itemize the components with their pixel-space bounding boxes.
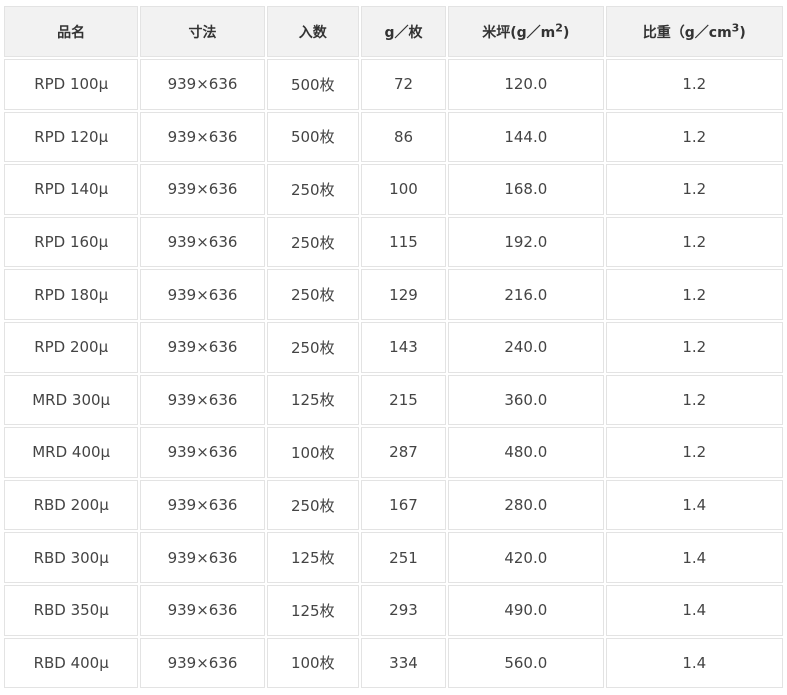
cell-gsheet: 215	[360, 374, 447, 426]
header-basis-text: 米坪(g／m	[482, 24, 556, 41]
table-row: RPD 180μ 939×636 250枚 129 216.0 1.2	[4, 269, 783, 320]
cell-name: RPD 120μ	[4, 111, 139, 163]
cell-basis: 420.0	[448, 532, 604, 583]
header-basis-sup: 2	[555, 20, 563, 34]
header-density-text: 比重（g／cm	[642, 24, 732, 41]
cell-density: 1.4	[605, 637, 783, 689]
header-gsheet: g／枚	[360, 6, 447, 57]
cell-gsheet: 143	[360, 321, 447, 373]
cell-basis: 280.0	[448, 479, 604, 531]
cell-quantity: 250枚	[266, 216, 359, 268]
cell-density: 1.2	[605, 59, 783, 110]
cell-gsheet: 72	[360, 59, 447, 110]
cell-gsheet: 115	[360, 216, 447, 268]
cell-name: RBD 350μ	[4, 584, 139, 636]
cell-quantity: 250枚	[266, 479, 359, 531]
cell-size: 939×636	[140, 321, 265, 373]
cell-size: 939×636	[140, 479, 265, 531]
cell-name: RBD 200μ	[4, 479, 139, 531]
cell-size: 939×636	[140, 216, 265, 268]
cell-size: 939×636	[140, 584, 265, 636]
cell-size: 939×636	[140, 269, 265, 320]
table-row: RPD 120μ 939×636 500枚 86 144.0 1.2	[4, 111, 783, 163]
cell-quantity: 100枚	[266, 427, 359, 478]
cell-density: 1.2	[605, 111, 783, 163]
cell-quantity: 125枚	[266, 532, 359, 583]
cell-density: 1.2	[605, 374, 783, 426]
cell-name: RPD 200μ	[4, 321, 139, 373]
cell-size: 939×636	[140, 637, 265, 689]
cell-size: 939×636	[140, 532, 265, 583]
cell-quantity: 125枚	[266, 584, 359, 636]
header-size: 寸法	[140, 6, 265, 57]
cell-basis: 240.0	[448, 321, 604, 373]
table-row: RBD 300μ 939×636 125枚 251 420.0 1.4	[4, 532, 783, 583]
cell-basis: 216.0	[448, 269, 604, 320]
cell-density: 1.2	[605, 321, 783, 373]
cell-gsheet: 129	[360, 269, 447, 320]
header-quantity: 入数	[266, 6, 359, 57]
cell-gsheet: 86	[360, 111, 447, 163]
cell-density: 1.4	[605, 532, 783, 583]
cell-name: RPD 100μ	[4, 59, 139, 110]
cell-basis: 120.0	[448, 59, 604, 110]
header-basis-end: )	[562, 24, 570, 41]
cell-name: MRD 300μ	[4, 374, 139, 426]
cell-basis: 360.0	[448, 374, 604, 426]
cell-quantity: 250枚	[266, 269, 359, 320]
header-basis-weight: 米坪(g／m2)	[448, 6, 604, 57]
cell-gsheet: 251	[360, 532, 447, 583]
table-row: RPD 140μ 939×636 250枚 100 168.0 1.2	[4, 164, 783, 215]
cell-basis: 490.0	[448, 584, 604, 636]
cell-name: MRD 400μ	[4, 427, 139, 478]
cell-gsheet: 334	[360, 637, 447, 689]
table-row: RBD 200μ 939×636 250枚 167 280.0 1.4	[4, 479, 783, 531]
table-row: MRD 300μ 939×636 125枚 215 360.0 1.2	[4, 374, 783, 426]
cell-quantity: 250枚	[266, 321, 359, 373]
cell-density: 1.2	[605, 216, 783, 268]
cell-gsheet: 100	[360, 164, 447, 215]
cell-size: 939×636	[140, 374, 265, 426]
header-density: 比重（g／cm3)	[605, 6, 783, 57]
cell-basis: 168.0	[448, 164, 604, 215]
header-name: 品名	[4, 6, 139, 57]
cell-density: 1.4	[605, 479, 783, 531]
cell-gsheet: 287	[360, 427, 447, 478]
cell-density: 1.2	[605, 164, 783, 215]
cell-size: 939×636	[140, 59, 265, 110]
cell-name: RPD 140μ	[4, 164, 139, 215]
table-row: RBD 350μ 939×636 125枚 293 490.0 1.4	[4, 584, 783, 636]
header-row: 品名 寸法 入数 g／枚 米坪(g／m2) 比重（g／cm3)	[4, 6, 783, 57]
cell-name: RPD 160μ	[4, 216, 139, 268]
cell-density: 1.4	[605, 584, 783, 636]
table-row: RPD 100μ 939×636 500枚 72 120.0 1.2	[4, 59, 783, 110]
table-row: RPD 200μ 939×636 250枚 143 240.0 1.2	[4, 321, 783, 373]
table-row: RPD 160μ 939×636 250枚 115 192.0 1.2	[4, 216, 783, 268]
cell-basis: 560.0	[448, 637, 604, 689]
cell-basis: 144.0	[448, 111, 604, 163]
cell-quantity: 125枚	[266, 374, 359, 426]
header-density-end: )	[739, 24, 746, 41]
cell-size: 939×636	[140, 111, 265, 163]
cell-quantity: 100枚	[266, 637, 359, 689]
cell-quantity: 250枚	[266, 164, 359, 215]
cell-name: RPD 180μ	[4, 269, 139, 320]
cell-quantity: 500枚	[266, 111, 359, 163]
cell-basis: 192.0	[448, 216, 604, 268]
table-row: RBD 400μ 939×636 100枚 334 560.0 1.4	[4, 637, 783, 689]
spec-table: 品名 寸法 入数 g／枚 米坪(g／m2) 比重（g／cm3) RPD 100μ…	[2, 4, 785, 690]
cell-density: 1.2	[605, 427, 783, 478]
cell-gsheet: 293	[360, 584, 447, 636]
table-header: 品名 寸法 入数 g／枚 米坪(g／m2) 比重（g／cm3)	[4, 6, 783, 57]
cell-density: 1.2	[605, 269, 783, 320]
cell-name: RBD 400μ	[4, 637, 139, 689]
cell-quantity: 500枚	[266, 59, 359, 110]
cell-gsheet: 167	[360, 479, 447, 531]
cell-basis: 480.0	[448, 427, 604, 478]
cell-size: 939×636	[140, 427, 265, 478]
table-row: MRD 400μ 939×636 100枚 287 480.0 1.2	[4, 427, 783, 478]
table-body: RPD 100μ 939×636 500枚 72 120.0 1.2 RPD 120μ 939…	[4, 59, 783, 689]
cell-size: 939×636	[140, 164, 265, 215]
cell-name: RBD 300μ	[4, 532, 139, 583]
